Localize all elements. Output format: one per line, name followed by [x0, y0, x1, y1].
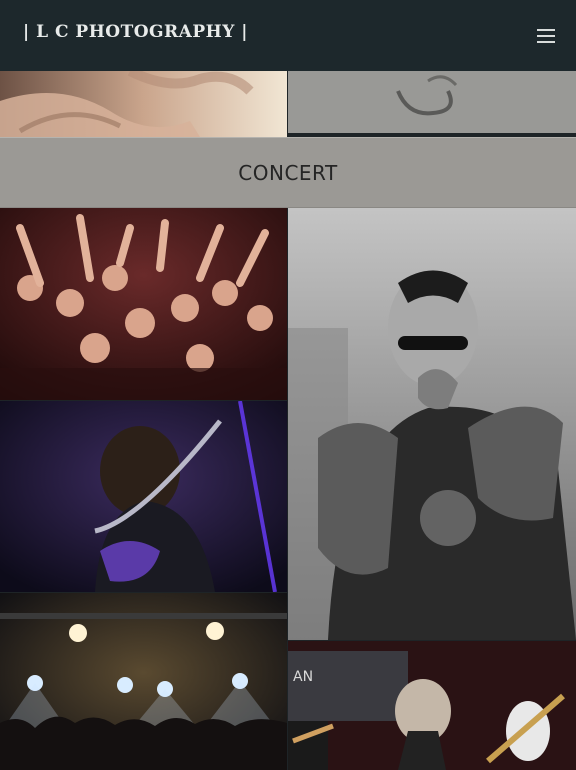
singer-bw-photo[interactable] — [288, 208, 576, 640]
section-title: CONCERT — [238, 161, 338, 185]
site-brand-link[interactable]: | L C PHOTOGRAPHY | — [23, 22, 248, 42]
svg-text:AN: AN — [293, 669, 313, 685]
hamburger-menu-icon[interactable] — [531, 25, 561, 47]
crowd-photo[interactable] — [0, 208, 287, 400]
hands-photo[interactable] — [0, 71, 287, 137]
band-stage-photo[interactable]: AN — [288, 641, 576, 770]
site-header: | L C PHOTOGRAPHY | — [0, 0, 576, 71]
sand-heart-photo[interactable] — [288, 71, 576, 133]
section-header: CONCERT — [0, 137, 576, 208]
guitarist-purple-photo[interactable] — [0, 401, 287, 592]
stage-lights-crowd-photo[interactable] — [0, 593, 287, 770]
